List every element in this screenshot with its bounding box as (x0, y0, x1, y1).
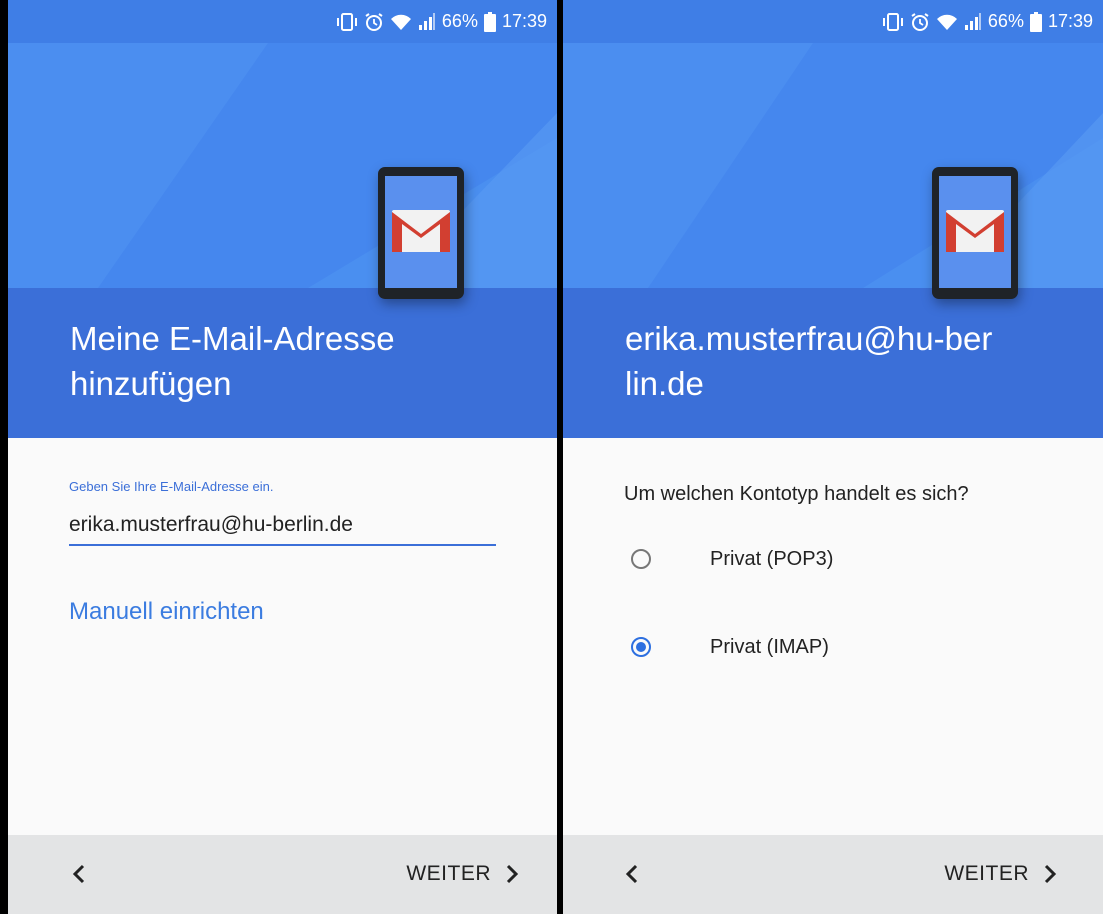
status-bar: 66% 17:39 (563, 0, 1103, 43)
alarm-icon (364, 12, 384, 32)
phone-illustration (378, 167, 464, 299)
wifi-icon (936, 13, 958, 31)
chevron-right-icon (506, 864, 519, 884)
status-time: 17:39 (501, 11, 547, 31)
status-time: 17:39 (1047, 11, 1093, 31)
status-bar: 66% 17:39 (8, 0, 557, 43)
form-area: Geben Sie Ihre E-Mail-Adresse ein. Manue… (8, 438, 557, 835)
manual-setup-link[interactable]: Manuell einrichten (69, 598, 264, 626)
header-banner: erika.musterfrau@hu-berlin.de (563, 43, 1103, 438)
account-type-question: Um welchen Kontotyp handelt es sich? (624, 483, 969, 505)
header-banner: Meine E-Mail-Adresse hinzufügen (8, 43, 557, 438)
email-setup-screen: 66% 17:39 Meine E-Mail-Adresse hinzufüge… (8, 0, 557, 914)
signal-icon (964, 12, 982, 31)
next-button[interactable]: WEITER (944, 857, 1057, 891)
signal-icon (418, 12, 436, 31)
next-button-label: WEITER (406, 862, 491, 885)
radio-button-checked[interactable] (631, 637, 651, 657)
email-field[interactable] (69, 510, 496, 546)
radio-option-imap[interactable]: Privat (IMAP) (631, 631, 829, 663)
vibrate-icon (882, 12, 904, 31)
battery-percent: 66% (441, 11, 478, 31)
account-type-screen: 66% 17:39 erika.musterfrau@hu-berlin.de … (563, 0, 1103, 914)
chevron-left-icon (625, 864, 638, 884)
radio-button-unchecked[interactable] (631, 549, 651, 569)
alarm-icon (910, 12, 930, 32)
back-button[interactable] (617, 859, 647, 889)
battery-icon (1029, 11, 1042, 32)
radio-option-label: Privat (IMAP) (710, 635, 829, 658)
account-type-area: Um welchen Kontotyp handelt es sich? Pri… (563, 438, 1103, 835)
radio-option-label: Privat (POP3) (710, 547, 834, 570)
bottom-nav-bar: WEITER (563, 835, 1103, 914)
phone-illustration (932, 167, 1018, 299)
gmail-icon (946, 210, 1004, 252)
vibrate-icon (336, 12, 358, 31)
battery-percent: 66% (987, 11, 1024, 31)
wifi-icon (390, 13, 412, 31)
bottom-nav-bar: WEITER (8, 835, 557, 914)
chevron-left-icon (72, 864, 85, 884)
battery-icon (483, 11, 496, 32)
radio-option-pop3[interactable]: Privat (POP3) (631, 543, 833, 575)
page-title: erika.musterfrau@hu-berlin.de (625, 320, 993, 402)
next-button-label: WEITER (944, 862, 1029, 885)
back-button[interactable] (64, 859, 94, 889)
email-field-label: Geben Sie Ihre E-Mail-Adresse ein. (69, 479, 274, 494)
next-button[interactable]: WEITER (406, 857, 519, 891)
gmail-icon (392, 210, 450, 252)
chevron-right-icon (1044, 864, 1057, 884)
page-title: Meine E-Mail-Adresse hinzufügen (70, 320, 395, 402)
